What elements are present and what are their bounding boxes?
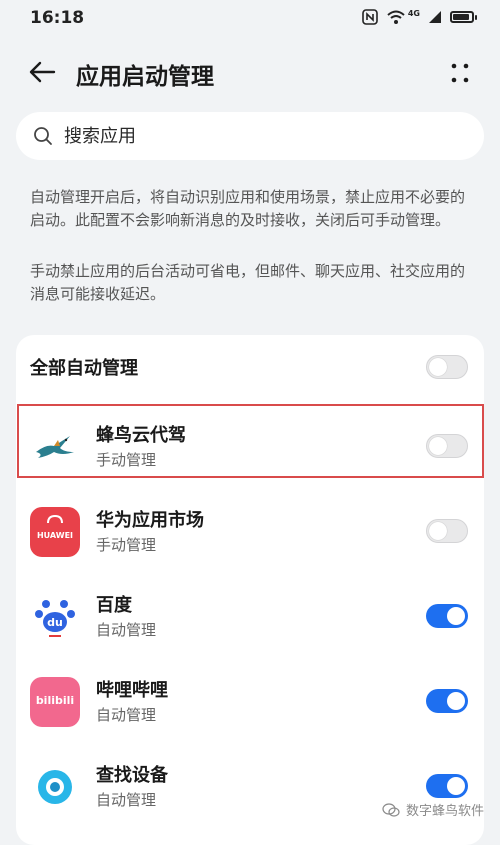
more-options-icon[interactable] [448, 58, 472, 88]
signal-icon [429, 11, 441, 23]
app-toggle-baidu[interactable] [426, 604, 468, 628]
huawei-icon-text: HUAWEI [36, 531, 74, 540]
app-toggle-bilibili[interactable] [426, 689, 468, 713]
app-list-card: 全部自动管理 蜂鸟云代驾 手动管理 HUAWEI 华为应用市场 手动管理 du … [16, 335, 484, 845]
app-name: 哔哩哔哩 [96, 680, 168, 701]
all-auto-manage-row[interactable]: 全部自动管理 [16, 335, 484, 399]
wechat-icon [382, 802, 400, 817]
battery-icon [450, 11, 477, 23]
find-device-icon [30, 762, 80, 812]
hummingbird-icon [30, 422, 80, 472]
app-mode: 自动管理 [96, 621, 157, 639]
bilibili-icon-text: bilibili [35, 694, 75, 707]
all-auto-manage-toggle[interactable] [426, 355, 468, 379]
watermark: 数字蜂鸟软件 [382, 800, 484, 819]
app-name: 蜂鸟云代驾 [96, 425, 186, 446]
network-type: 4G [407, 8, 420, 18]
description-manual: 手动禁止应用的后台活动可省电，但邮件、聊天应用、社交应用的消息可能接收延迟。 [30, 262, 466, 303]
baidu-icon-text: du [47, 616, 63, 629]
watermark-text: 数字蜂鸟软件 [405, 804, 484, 819]
app-toggle-huawei-appgallery[interactable] [426, 519, 468, 543]
status-bar: 16:18 4G [0, 0, 500, 38]
header: 应用启动管理 [0, 44, 500, 100]
back-arrow-icon[interactable] [26, 56, 58, 88]
search-bar[interactable] [16, 112, 484, 160]
app-mode: 手动管理 [96, 451, 157, 469]
bilibili-icon: bilibili [30, 677, 80, 727]
wifi-icon [387, 10, 405, 24]
description-auto: 自动管理开启后，将自动识别应用和使用场景，禁止应用不必要的启动。此配置不会影响新… [30, 188, 466, 229]
baidu-icon: du [30, 592, 80, 642]
app-toggle-hummingbird[interactable] [426, 434, 468, 458]
app-name: 百度 [96, 595, 132, 616]
status-time: 16:18 [30, 8, 85, 28]
app-row-baidu[interactable]: du 百度 自动管理 [16, 575, 484, 659]
all-auto-manage-label: 全部自动管理 [30, 358, 138, 379]
app-row-bilibili[interactable]: bilibili 哔哩哔哩 自动管理 [16, 660, 484, 744]
app-toggle-find-device[interactable] [426, 774, 468, 798]
app-mode: 手动管理 [96, 536, 157, 554]
app-row-huawei-appgallery[interactable]: HUAWEI 华为应用市场 手动管理 [16, 490, 484, 574]
app-row-hummingbird[interactable]: 蜂鸟云代驾 手动管理 [16, 405, 484, 489]
search-input[interactable] [62, 124, 446, 148]
app-name: 华为应用市场 [96, 510, 204, 531]
app-mode: 自动管理 [96, 706, 157, 724]
search-icon [34, 127, 52, 145]
app-mode: 自动管理 [96, 791, 157, 809]
nfc-icon [362, 9, 378, 25]
page-title: 应用启动管理 [76, 64, 214, 90]
status-icons: 4G [362, 8, 477, 25]
huawei-appgallery-icon: HUAWEI [30, 507, 80, 557]
app-name: 查找设备 [96, 765, 168, 786]
